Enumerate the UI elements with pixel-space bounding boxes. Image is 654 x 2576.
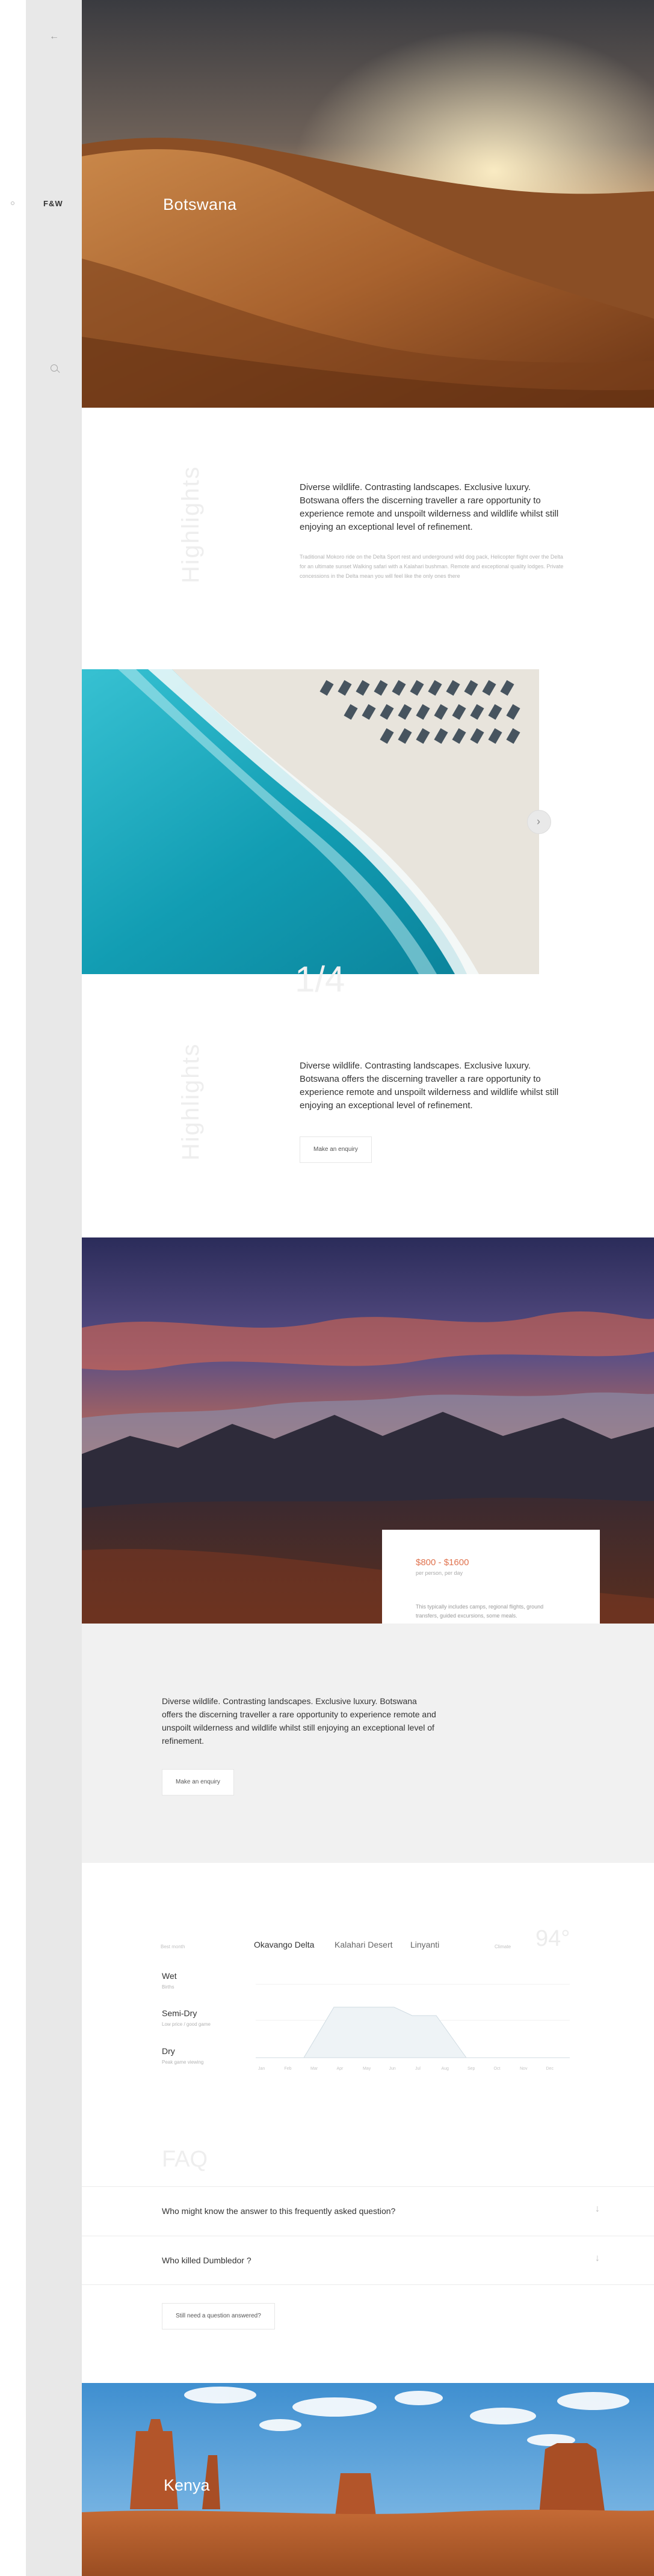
month-tick-label: May <box>363 2067 371 2071</box>
month-tick-label: Aug <box>442 2067 449 2071</box>
hero-title: Botswana <box>163 195 237 213</box>
logo[interactable]: F&W <box>43 199 63 208</box>
faq-question[interactable]: Who might know the answer to this freque… <box>162 2206 395 2216</box>
faq-item[interactable]: Who killed Dumbledor ? ↓ <box>82 2236 654 2285</box>
ask-question-button[interactable]: Still need a question answered? <box>162 2303 275 2329</box>
temperature-value: 94° <box>535 1926 570 1951</box>
month-tick-label: Nov <box>520 2067 528 2071</box>
season-semi-dry-sub: Low price / good game <box>162 2022 211 2027</box>
menu-dot-icon[interactable] <box>11 201 14 205</box>
price-unit: per person, per day <box>416 1570 463 1576</box>
faq-item[interactable]: Who might know the answer to this freque… <box>82 2186 654 2236</box>
month-tick-label: Sep <box>467 2067 475 2071</box>
highlights-body: Traditional Mokoro ride on the Delta Spo… <box>300 554 564 579</box>
beach-scene <box>82 669 539 974</box>
side-rail <box>26 0 82 2576</box>
climate-label: Climate <box>495 1944 511 1949</box>
month-tick-label: Apr <box>337 2067 344 2071</box>
month-tick-label: Mar <box>310 2067 318 2071</box>
highlights-vertical-label-2: Highlights <box>177 1043 204 1161</box>
climate-area <box>256 2007 570 2058</box>
month-tick-label: Jun <box>389 2067 396 2071</box>
hero-image: Botswana <box>82 0 654 408</box>
season-dry: Dry <box>162 2046 175 2056</box>
gallery-counter: 1/4 <box>295 959 345 999</box>
season-wet-sub: Births <box>162 1984 174 1990</box>
gallery-next-button[interactable] <box>527 810 551 834</box>
region-tab-linyanti[interactable]: Linyanti <box>410 1940 439 1949</box>
month-tick-label: Oct <box>494 2067 501 2071</box>
make-enquiry-button-2[interactable]: Make an enquiry <box>162 1769 234 1796</box>
gallery-image <box>82 669 539 974</box>
region-tab-okavango[interactable]: Okavango Delta <box>254 1940 314 1949</box>
price-range: $800 - $1600 <box>416 1557 469 1568</box>
region-tab-kalahari[interactable]: Kalahari Desert <box>335 1940 393 1949</box>
faq-question[interactable]: Who killed Dumbledor ? <box>162 2256 251 2265</box>
highlights-intro-2: Diverse wildlife. Contrasting landscapes… <box>300 1061 559 1111</box>
arrow-left-icon[interactable]: ← <box>49 31 59 42</box>
faq-title: FAQ <box>162 2147 208 2172</box>
highlights-vertical-label: Highlights <box>177 465 204 583</box>
arrow-down-icon[interactable]: ↓ <box>595 2253 600 2264</box>
summary-text: Diverse wildlife. Contrasting landscapes… <box>162 1696 436 1746</box>
next-destination-title[interactable]: Kenya <box>164 2476 210 2495</box>
price-description: This typically includes camps, regional … <box>416 1604 544 1619</box>
month-tick-label: Dec <box>546 2067 554 2071</box>
search-icon[interactable] <box>51 364 58 372</box>
month-tick-label: Jul <box>415 2067 421 2071</box>
season-wet: Wet <box>162 1971 177 1981</box>
month-tick-label: Feb <box>285 2067 292 2071</box>
season-semi-dry: Semi-Dry <box>162 2008 197 2018</box>
season-dry-sub: Peak game viewing <box>162 2059 204 2065</box>
arrow-down-icon[interactable]: ↓ <box>595 2204 600 2215</box>
make-enquiry-button[interactable]: Make an enquiry <box>300 1136 372 1163</box>
best-month-label: Best month <box>161 1944 185 1949</box>
next-destination-image[interactable]: Kenya <box>82 2383 654 2576</box>
climate-chart: Jan Feb Mar Apr May Jun Jul Aug Sep Oct Nov Dec <box>256 1984 570 2071</box>
highlights-intro: Diverse wildlife. Contrasting landscapes… <box>300 482 559 532</box>
month-tick-label: Jan <box>258 2067 265 2071</box>
